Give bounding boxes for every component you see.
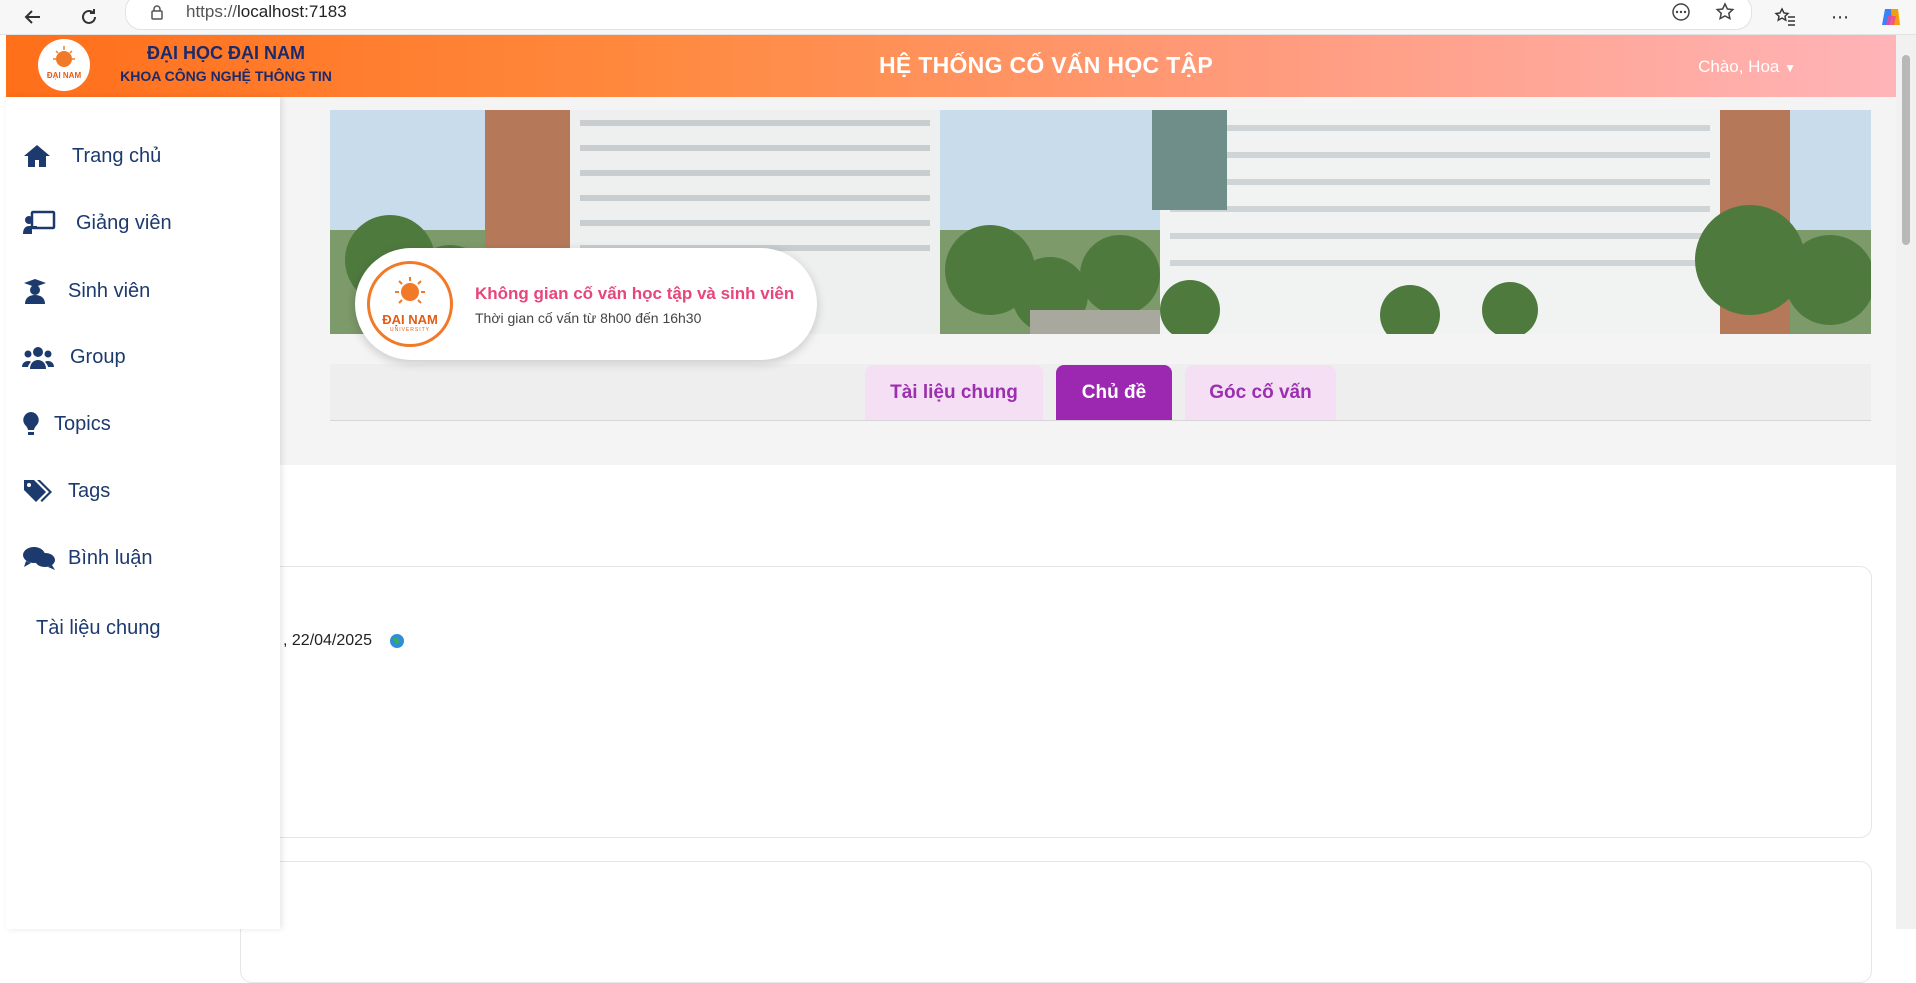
tab-topics[interactable]: Chủ đề xyxy=(1056,365,1172,420)
advising-info-card: ĐẠI NAM UNIVERSITY Không gian cố vấn học… xyxy=(355,248,817,360)
tab-advisor-corner[interactable]: Góc cố vấn xyxy=(1185,365,1336,420)
app-header: ĐẠI NAM ĐẠI HỌC ĐẠI NAM KHOA CÔNG NGHỆ T… xyxy=(6,35,1896,97)
tab-general-documents[interactable]: Tài liệu chung xyxy=(865,365,1043,420)
sidebar-item-group[interactable]: Group xyxy=(22,344,126,370)
university-logo[interactable]: ĐẠI NAM xyxy=(38,39,90,91)
sidebar: Trang chủ Giảng viên Sinh viên Group Top… xyxy=(6,97,280,929)
post-date: , 22/04/2025 xyxy=(283,632,372,649)
url-text: https://localhost:7183 xyxy=(186,2,347,21)
caret-down-icon: ▼ xyxy=(1784,61,1796,75)
sidebar-item-general-documents[interactable]: Tài liệu chung xyxy=(36,617,161,640)
scrollbar-thumb[interactable] xyxy=(1902,55,1910,245)
favorite-star-icon[interactable] xyxy=(1715,2,1735,27)
advising-card-subtitle: Thời gian cố vấn từ 8h00 đến 16h30 xyxy=(475,310,702,326)
sidebar-item-label: Topics xyxy=(54,412,111,435)
sidebar-item-tags[interactable]: Tags xyxy=(22,478,110,504)
users-icon xyxy=(22,344,62,370)
back-icon[interactable] xyxy=(20,4,46,30)
sidebar-item-students[interactable]: Sinh viên xyxy=(22,277,150,305)
sidebar-item-label: Tags xyxy=(68,479,111,502)
sidebar-item-label: Bình luận xyxy=(68,546,153,569)
lock-icon xyxy=(150,4,164,25)
post-card[interactable] xyxy=(240,861,1872,983)
tags-icon xyxy=(22,478,62,504)
page-scrollbar[interactable] xyxy=(1896,35,1916,929)
university-badge-logo: ĐẠI NAM UNIVERSITY xyxy=(367,261,453,347)
reader-icon[interactable] xyxy=(1671,2,1691,27)
sidebar-item-label: Tài liệu chung xyxy=(36,617,161,639)
graduate-icon xyxy=(22,277,62,305)
sidebar-item-label: Sinh viên xyxy=(68,279,151,302)
post-card[interactable] xyxy=(240,566,1872,838)
user-menu[interactable]: Chào, Hoa ▼ xyxy=(1698,57,1796,77)
home-icon xyxy=(22,143,62,169)
greeting-text: Chào, Hoa xyxy=(1698,57,1780,76)
system-title: HỆ THỐNG CỐ VẤN HỌC TẬP xyxy=(878,52,1214,78)
svg-text:ĐẠI NAM: ĐẠI NAM xyxy=(47,71,82,80)
browser-toolbar: https://localhost:7183 ⋯ xyxy=(0,0,1916,35)
copilot-icon[interactable] xyxy=(1878,4,1904,30)
sidebar-item-label: Trang chủ xyxy=(72,144,162,167)
lightbulb-icon xyxy=(22,411,54,437)
university-name: ĐẠI HỌC ĐẠI NAM xyxy=(147,43,305,63)
badge-logo-subtext: UNIVERSITY xyxy=(389,326,430,333)
globe-icon xyxy=(389,633,405,654)
favorites-icon[interactable] xyxy=(1772,4,1798,30)
badge-logo-text: ĐẠI NAM xyxy=(382,311,438,327)
address-bar[interactable]: https://localhost:7183 xyxy=(125,0,1752,30)
sidebar-item-topics[interactable]: Topics xyxy=(22,411,111,437)
refresh-icon[interactable] xyxy=(76,4,102,30)
university-name-block: ĐẠI HỌC ĐẠI NAM KHOA CÔNG NGHỆ THÔNG TIN xyxy=(111,43,341,84)
comments-icon xyxy=(22,545,62,571)
advising-card-title: Không gian cố vấn học tập và sinh viên xyxy=(475,284,795,303)
more-icon[interactable]: ⋯ xyxy=(1827,4,1853,30)
chalkboard-teacher-icon xyxy=(22,210,62,236)
sidebar-item-label: Group xyxy=(70,345,126,368)
sidebar-item-label: Giảng viên xyxy=(76,211,172,234)
sidebar-item-home[interactable]: Trang chủ xyxy=(22,143,161,169)
sidebar-item-comments[interactable]: Bình luận xyxy=(22,545,153,571)
faculty-name: KHOA CÔNG NGHỆ THÔNG TIN xyxy=(120,68,332,84)
sidebar-item-lecturers[interactable]: Giảng viên xyxy=(22,210,172,236)
